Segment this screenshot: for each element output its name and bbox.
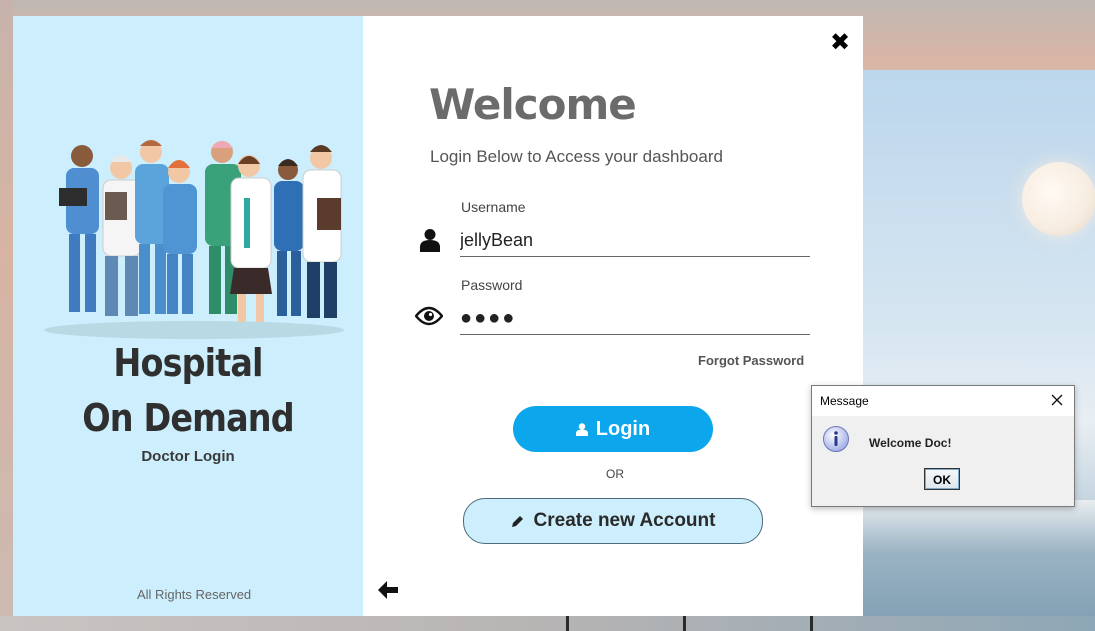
eye-icon[interactable] — [415, 306, 443, 326]
ok-button[interactable]: OK — [924, 468, 960, 490]
dialog-title: Message — [820, 394, 869, 408]
username-field[interactable] — [460, 224, 810, 257]
background-post — [810, 616, 813, 631]
page-title: Welcome — [429, 80, 637, 129]
pencil-icon — [511, 516, 523, 527]
user-icon — [420, 229, 440, 252]
user-icon — [575, 422, 588, 436]
footer-text: All Rights Reserved — [137, 587, 252, 602]
brand-subtitle: Doctor Login — [141, 448, 235, 465]
login-button[interactable]: Login — [513, 406, 713, 452]
close-icon[interactable]: ✖ — [829, 31, 851, 55]
close-icon[interactable] — [1048, 391, 1066, 409]
password-label: Password — [461, 277, 523, 293]
brand-title-line1: Hospital — [113, 341, 263, 385]
background-post — [683, 616, 686, 631]
background-sea — [862, 500, 1095, 631]
background-left — [0, 0, 13, 631]
login-button-label: Login — [595, 417, 651, 440]
password-field[interactable]: ●●●● — [460, 302, 810, 335]
brand-title-line2: On Demand — [82, 396, 294, 440]
arrow-left-icon[interactable] — [376, 578, 400, 602]
or-separator: OR — [606, 467, 624, 481]
background-floor — [0, 616, 1095, 631]
create-account-label: Create new Account — [533, 510, 716, 531]
dialog-titlebar[interactable]: Message — [812, 386, 1074, 416]
dialog-message: Welcome Doc! — [869, 436, 952, 450]
page-subtitle: Login Below to Access your dashboard — [430, 147, 723, 166]
message-dialog: Message Welcome Doc! OK — [811, 385, 1075, 507]
create-account-button[interactable]: Create new Account — [463, 498, 763, 544]
username-label: Username — [461, 199, 526, 215]
background-post — [566, 616, 569, 631]
info-icon — [823, 426, 849, 452]
background-lamp — [1022, 162, 1095, 236]
branding-panel: Hospital On Demand Doctor Login All Righ… — [13, 16, 363, 616]
medical-staff-illustration — [44, 140, 344, 339]
login-panel: ✖ Welcome Login Below to Access your das… — [363, 16, 863, 616]
forgot-password-link[interactable]: Forgot Password — [698, 353, 804, 368]
